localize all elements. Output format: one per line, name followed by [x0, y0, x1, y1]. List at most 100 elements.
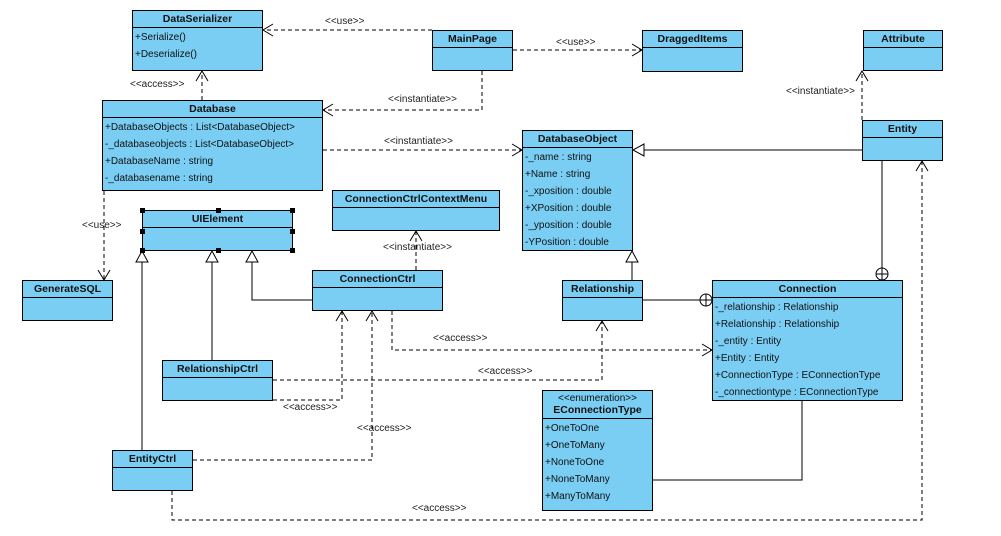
class-members — [864, 48, 942, 49]
relation-label: <<instantiate>> — [388, 94, 457, 105]
class-header: MainPage — [433, 31, 512, 48]
class-member: +Serialize() — [135, 32, 186, 43]
class-generate-sql[interactable]: GenerateSQL — [22, 280, 113, 321]
class-members — [163, 378, 272, 379]
relation-label: <<access>> — [130, 79, 185, 90]
generalization-triangle-icon — [625, 249, 639, 263]
class-connection-ctrl[interactable]: ConnectionCtrl — [312, 270, 443, 311]
class-member: -_databaseobjects : List<DatabaseObject> — [105, 139, 295, 150]
class-name: DatabaseObject — [537, 133, 618, 145]
class-member: +Deserialize() — [135, 49, 197, 60]
selection-handle[interactable] — [140, 208, 145, 213]
class-name: ConnectionCtrl — [339, 273, 416, 285]
generalization-line[interactable] — [251, 251, 312, 301]
selection-handle[interactable] — [290, 228, 295, 234]
class-member: +DatabaseName : string — [105, 156, 214, 167]
class-members — [643, 48, 742, 49]
class-member: +Name : string — [525, 169, 591, 180]
class-data-serializer[interactable]: DataSerializer +Serialize() +Deserialize() — [132, 10, 263, 71]
class-name: Attribute — [881, 33, 925, 45]
class-member: -_relationship : Relationship — [715, 302, 839, 313]
class-name: DraggedItems — [657, 33, 728, 45]
class-name: MainPage — [447, 33, 497, 45]
class-member: -_entity : Entity — [715, 336, 782, 347]
association-line[interactable] — [653, 401, 803, 481]
relation-label: <<access>> — [283, 402, 338, 413]
relation-label: <<use>> — [325, 16, 365, 27]
relation-label: <<instantiate>> — [383, 242, 452, 253]
selection-handle[interactable] — [290, 248, 295, 253]
class-member: -YPosition : double — [525, 237, 609, 248]
class-members — [113, 468, 192, 469]
class-entity-ctrl[interactable]: EntityCtrl — [112, 450, 193, 491]
class-member: +ManyToMany — [545, 491, 611, 502]
class-header: <<enumeration>> EConnectionType — [543, 391, 652, 419]
class-name: ConnectionCtrlContextMenu — [344, 193, 488, 205]
relation-label: <<access>> — [412, 503, 467, 514]
class-uielement[interactable]: UIElement — [142, 210, 293, 251]
class-header: DraggedItems — [643, 31, 742, 48]
class-header: UIElement — [143, 211, 292, 228]
class-econnection-type[interactable]: <<enumeration>> EConnectionType +OneToOne +… — [542, 390, 653, 511]
class-database[interactable]: Database +DatabaseObjects : List<Database… — [102, 100, 323, 191]
selection-handle[interactable] — [140, 228, 145, 234]
class-header: RelationshipCtrl — [163, 361, 272, 378]
class-members — [563, 298, 642, 299]
class-header: GenerateSQL — [23, 281, 112, 298]
class-members: -_relationship : Relationship +Relationsh… — [713, 298, 902, 401]
class-member: +ConnectionType : EConnectionType — [715, 370, 881, 381]
class-members — [143, 228, 292, 229]
selection-handle[interactable] — [215, 248, 221, 253]
class-stereotype: <<enumeration>> — [558, 393, 637, 404]
class-member: +NoneToMany — [545, 474, 610, 485]
class-name: GenerateSQL — [33, 283, 102, 295]
uml-class-diagram: DataSerializer +Serialize() +Deserialize()… — [0, 0, 1001, 536]
class-member: -_xposition : double — [525, 186, 612, 197]
dependency-line[interactable] — [273, 311, 343, 401]
class-name: Connection — [778, 283, 837, 295]
relation-label: <<use>> — [556, 37, 596, 48]
class-name: Entity — [887, 123, 918, 135]
class-header: ConnectionCtrlContextMenu — [333, 191, 499, 208]
class-member: +XPosition : double — [525, 203, 612, 214]
selection-handle[interactable] — [215, 208, 221, 213]
class-member: +Relationship : Relationship — [715, 319, 840, 330]
class-entity[interactable]: Entity — [862, 120, 943, 161]
class-relationship[interactable]: Relationship — [562, 280, 643, 321]
class-name: EntityCtrl — [128, 453, 177, 465]
class-header: ConnectionCtrl — [313, 271, 442, 288]
class-member: -_connectiontype : EConnectionType — [715, 387, 879, 398]
class-name: EConnectionType — [553, 404, 642, 416]
class-dragged-items[interactable]: DraggedItems — [642, 30, 743, 72]
class-member: +OneToMany — [545, 440, 605, 451]
class-header: Relationship — [563, 281, 642, 298]
class-member: +NoneToOne — [545, 457, 605, 468]
class-members: +OneToOne +OneToMany +NoneToOne +NoneToMany… — [543, 419, 652, 505]
class-database-object[interactable]: DatabaseObject -_name : string +Name : str… — [522, 130, 633, 251]
class-members: +DatabaseObjects : List<DatabaseObject> -… — [103, 118, 322, 187]
class-member: -_databasename : string — [105, 173, 213, 184]
class-member: -_name : string — [525, 152, 592, 163]
selection-handle[interactable] — [140, 248, 145, 253]
class-connection-ctrl-context-menu[interactable]: ConnectionCtrlContextMenu — [332, 190, 500, 231]
generalization-triangle-icon — [631, 143, 645, 157]
class-header: Attribute — [864, 31, 942, 48]
class-name: DataSerializer — [162, 13, 233, 25]
class-header: Database — [103, 101, 322, 118]
class-header: DatabaseObject — [523, 131, 632, 148]
class-main-page[interactable]: MainPage — [432, 30, 513, 71]
class-relationship-ctrl[interactable]: RelationshipCtrl — [162, 360, 273, 401]
class-name: Database — [189, 103, 236, 115]
class-connection[interactable]: Connection -_relationship : Relationship +… — [712, 280, 903, 401]
class-members — [23, 298, 112, 299]
class-members — [433, 48, 512, 49]
dependency-line[interactable] — [391, 311, 712, 351]
selection-handle[interactable] — [290, 208, 295, 213]
class-members — [333, 208, 499, 209]
class-header: Entity — [863, 121, 942, 138]
class-member: +OneToOne — [545, 423, 600, 434]
class-attribute[interactable]: Attribute — [863, 30, 943, 71]
class-member: +DatabaseObjects : List<DatabaseObject> — [105, 122, 295, 133]
class-name: UIElement — [191, 213, 244, 225]
class-members: +Serialize() +Deserialize() — [133, 28, 262, 63]
